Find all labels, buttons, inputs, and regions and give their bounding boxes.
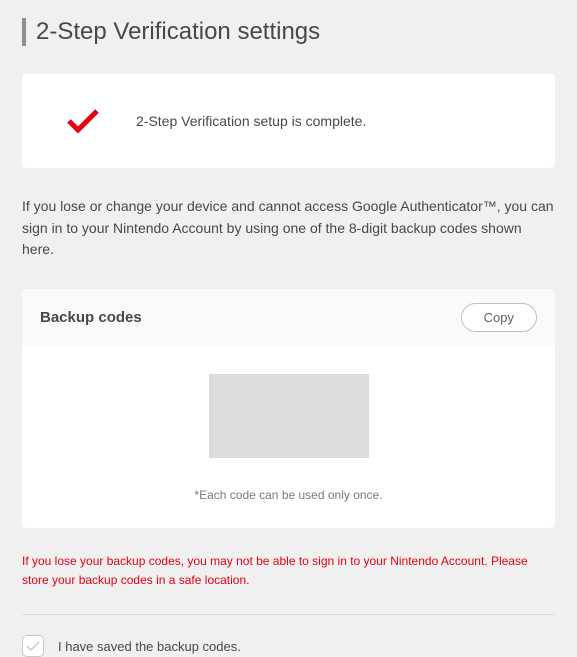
page-title: 2-Step Verification settings: [36, 18, 320, 46]
codes-redacted-block: [209, 374, 369, 458]
checkbox-checkmark-icon: [26, 641, 40, 652]
warning-text: If you lose your backup codes, you may n…: [22, 552, 555, 590]
confirm-row: I have saved the backup codes.: [22, 635, 555, 657]
copy-button[interactable]: Copy: [461, 303, 537, 332]
checkmark-icon: [66, 108, 100, 134]
backup-body: *Each code can be used only once.: [22, 346, 555, 528]
status-message: 2-Step Verification setup is complete.: [136, 113, 366, 129]
saved-codes-checkbox[interactable]: [22, 635, 44, 657]
title-accent-bar: [22, 18, 26, 46]
backup-codes-card: Backup codes Copy *Each code can be used…: [22, 289, 555, 528]
confirm-label: I have saved the backup codes.: [58, 639, 241, 654]
info-text: If you lose or change your device and ca…: [22, 196, 555, 261]
code-use-note: *Each code can be used only once.: [40, 488, 537, 502]
settings-page: 2-Step Verification settings 2-Step Veri…: [0, 0, 577, 657]
divider: [22, 614, 555, 615]
page-title-row: 2-Step Verification settings: [22, 18, 555, 46]
status-card: 2-Step Verification setup is complete.: [22, 74, 555, 168]
backup-title: Backup codes: [40, 309, 142, 326]
backup-header: Backup codes Copy: [22, 289, 555, 346]
